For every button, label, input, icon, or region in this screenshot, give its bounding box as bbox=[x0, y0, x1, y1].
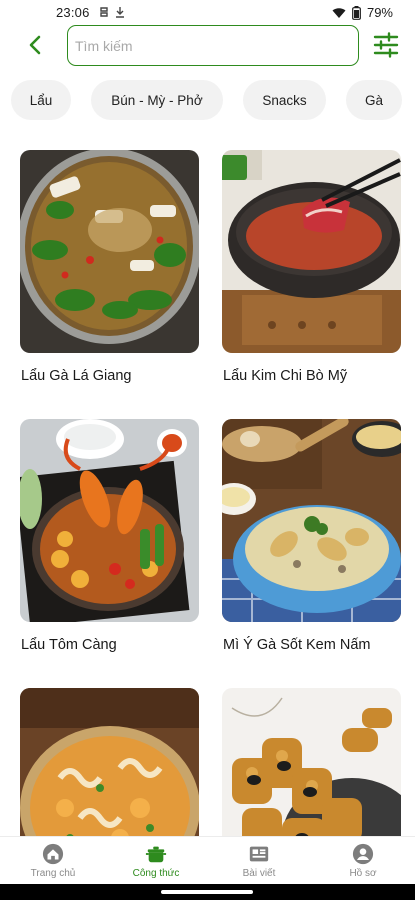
bottom-navigation: Trang chủ Công thức Bài viết Hồ sơ bbox=[0, 836, 415, 884]
recipe-image-lau-ga-la-giang bbox=[20, 150, 199, 353]
recipe-image-lau-tom-cang bbox=[20, 419, 199, 622]
recipe-image-seafood bbox=[20, 688, 199, 836]
recipe-title: Lẩu Tôm Càng bbox=[21, 637, 117, 653]
sync-icon bbox=[100, 7, 108, 17]
back-arrow-icon[interactable] bbox=[24, 33, 48, 57]
pot-icon bbox=[145, 846, 167, 863]
recipe-card[interactable]: Lẩu Kim Chi Bò Mỹ bbox=[222, 150, 401, 384]
search-header bbox=[0, 24, 415, 68]
chip-lau[interactable]: Lẩu bbox=[11, 80, 71, 120]
chip-snacks[interactable]: Snacks bbox=[243, 80, 326, 120]
download-icon bbox=[116, 7, 124, 18]
recipe-title: Lẩu Kim Chi Bò Mỹ bbox=[223, 368, 348, 384]
search-input[interactable] bbox=[68, 26, 358, 65]
system-gesture-bar bbox=[0, 884, 415, 900]
filter-sliders-icon[interactable] bbox=[373, 32, 399, 58]
recipe-card[interactable] bbox=[222, 688, 401, 836]
chip-label: Lẩu bbox=[29, 92, 53, 108]
recipe-card[interactable]: Lẩu Tôm Càng bbox=[20, 419, 199, 653]
recipe-card[interactable]: Mì Ý Gà Sốt Kem Nấm bbox=[222, 419, 401, 653]
nav-item-home[interactable]: Trang chủ bbox=[8, 843, 98, 879]
battery-icon bbox=[352, 5, 361, 20]
home-icon bbox=[42, 843, 64, 865]
chip-label: Bún - Mỳ - Phở bbox=[111, 92, 203, 108]
recipe-title: Mì Ý Gà Sốt Kem Nấm bbox=[223, 637, 371, 653]
recipe-card[interactable]: Lẩu Gà Lá Giang bbox=[20, 150, 199, 384]
recipe-image-lau-kim-chi-bo-my bbox=[222, 150, 401, 353]
nav-item-profile[interactable]: Hồ sơ bbox=[318, 843, 408, 879]
nav-label: Bài viết bbox=[242, 868, 276, 879]
article-icon bbox=[249, 846, 269, 862]
status-time: 23:06 bbox=[56, 5, 90, 20]
nav-label: Hồ sơ bbox=[349, 868, 377, 879]
nav-label: Công thức bbox=[132, 868, 180, 879]
home-gesture-pill[interactable] bbox=[161, 890, 253, 894]
search-box bbox=[67, 25, 359, 66]
chip-label: Gà bbox=[364, 92, 383, 108]
recipe-card[interactable] bbox=[20, 688, 199, 836]
chip-label: Snacks bbox=[262, 92, 307, 108]
recipe-image-snacks bbox=[222, 688, 401, 836]
recipe-title: Lẩu Gà Lá Giang bbox=[21, 368, 132, 384]
battery-percent: 79% bbox=[366, 5, 393, 20]
wifi-icon bbox=[332, 7, 346, 18]
status-bar: 23:06 79% bbox=[0, 0, 415, 26]
chip-bun-my-pho[interactable]: Bún - Mỳ - Phở bbox=[91, 80, 223, 120]
chip-ga[interactable]: Gà bbox=[346, 80, 402, 120]
nav-label: Trang chủ bbox=[30, 868, 76, 879]
recipe-image-mi-y-ga-sot-kem-nam bbox=[222, 419, 401, 622]
recipe-grid: Lẩu Gà Lá Giang Lẩu Kim Chi Bò Mỹ Lẩu Tô… bbox=[0, 148, 415, 836]
profile-icon bbox=[352, 843, 374, 865]
category-chips: Lẩu Bún - Mỳ - Phở Snacks Gà bbox=[11, 80, 402, 120]
nav-item-articles[interactable]: Bài viết bbox=[214, 843, 304, 879]
nav-item-recipes[interactable]: Công thức bbox=[111, 843, 201, 879]
status-notification-icons bbox=[99, 6, 125, 18]
